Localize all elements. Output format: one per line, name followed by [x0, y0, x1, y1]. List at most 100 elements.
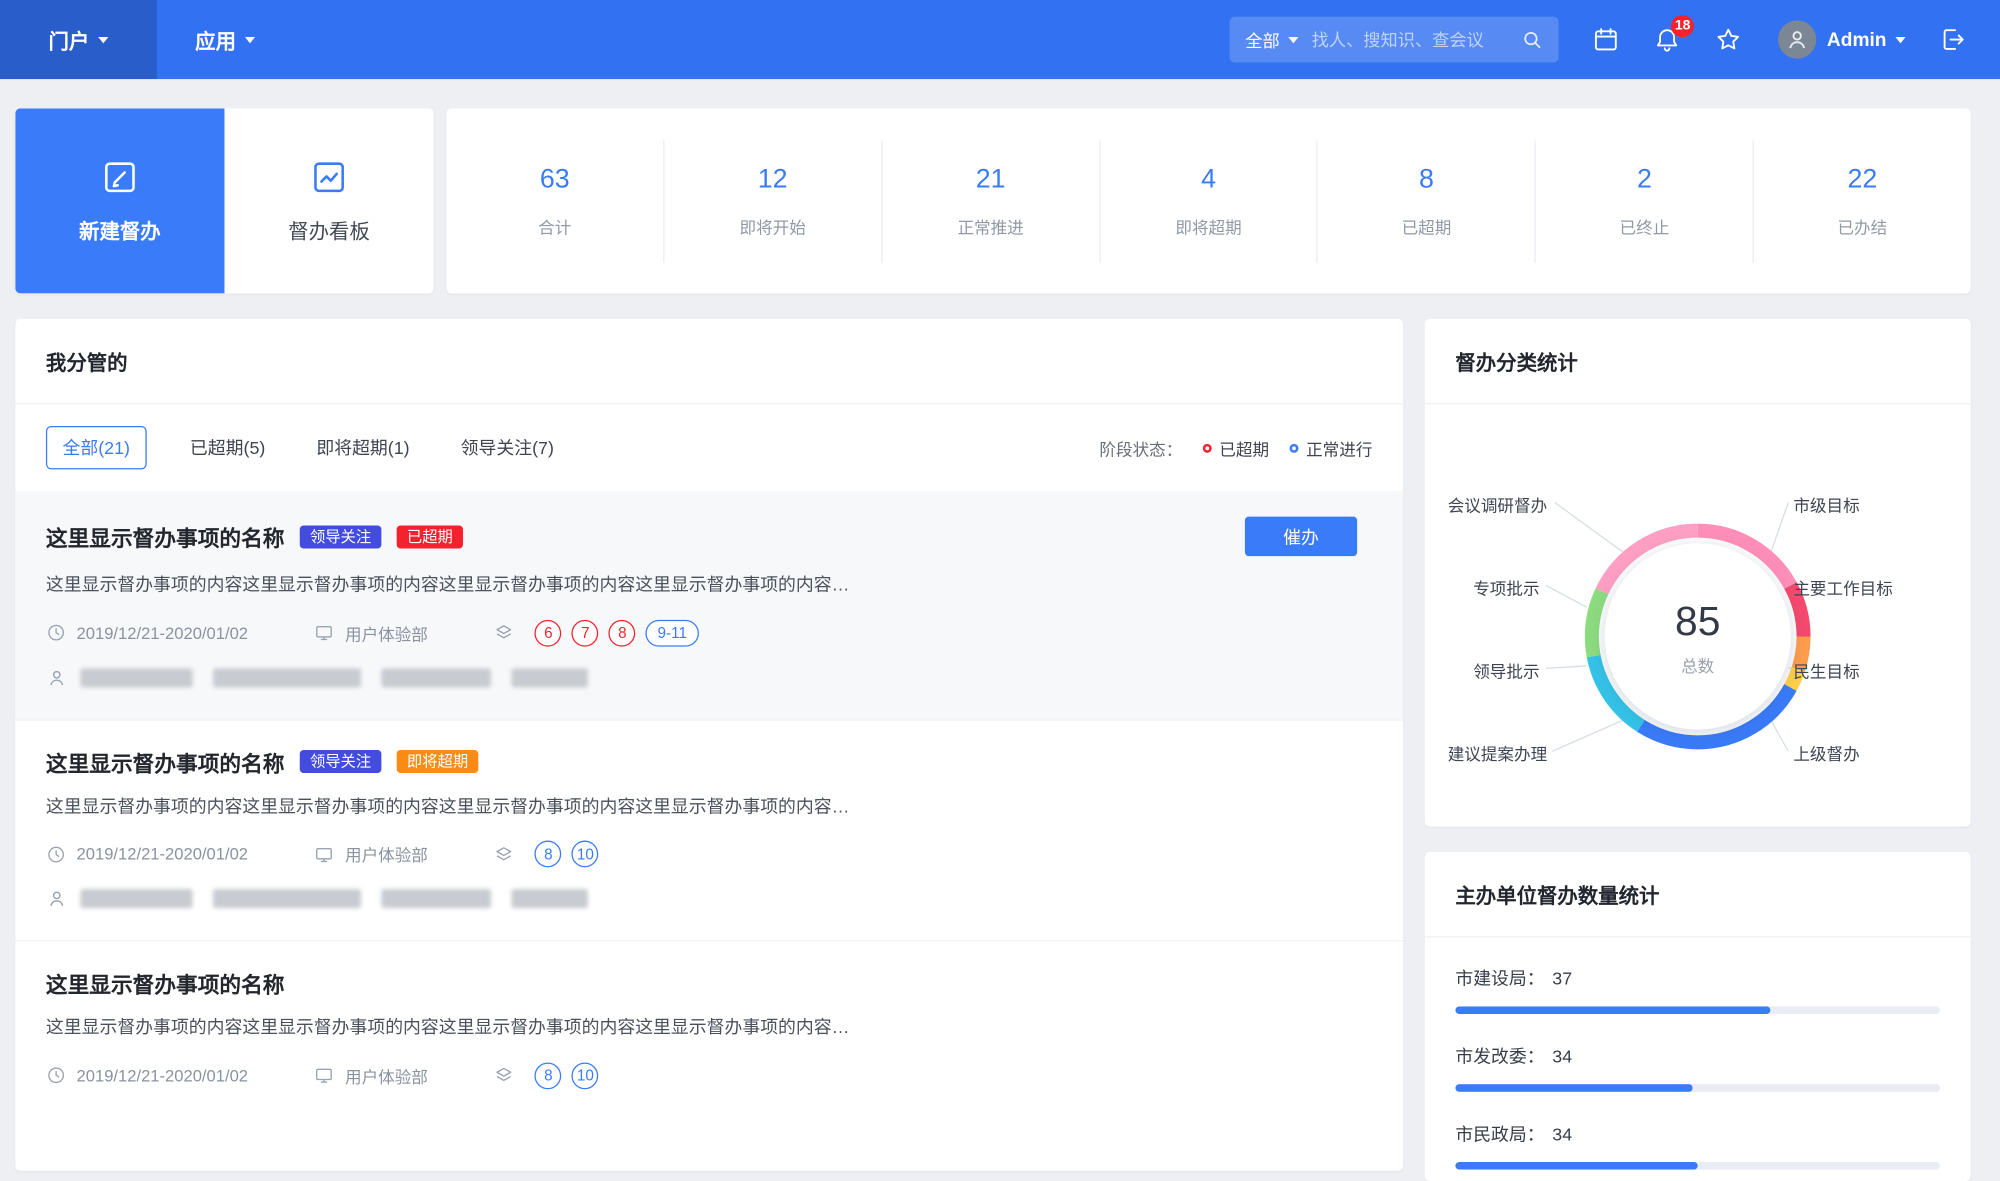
stage-node[interactable]: 8 [609, 619, 636, 647]
org-bar-row: 市建设局： 37 [1455, 966, 1941, 1015]
top-row: 新建督办 督办看板 63 合计 12 即将开始 21 正常推进 4 即将超期 8… [15, 108, 1971, 294]
side-column: 督办分类统计 会议调研督办 专项批示 领导批示 建议提案办理 市级目标 主要工作… [1424, 318, 1971, 1181]
category-donut-chart: 会议调研督办 专项批示 领导批示 建议提案办理 市级目标 主要工作目标 民生目标… [1425, 404, 1971, 826]
clock-icon [48, 624, 65, 641]
chart-icon [314, 162, 344, 193]
global-search: 全部 [1230, 16, 1560, 63]
search-input[interactable] [1311, 29, 1521, 50]
department: 用户体验部 [314, 621, 428, 645]
board-button[interactable]: 督办看板 [224, 108, 434, 294]
redacted-name [213, 667, 361, 687]
overdue-dot-icon [1202, 443, 1212, 453]
org-stats-card: 主办单位督办数量统计 市建设局： 37 市发改委： 34 市民政局： 34 [1424, 852, 1971, 1181]
category-label: 建议提案办理 [1447, 744, 1548, 765]
org-value: 37 [1552, 968, 1573, 989]
task-assignees [46, 888, 1373, 910]
search-icon[interactable] [1521, 28, 1544, 51]
clock-icon [48, 1067, 65, 1084]
task-meta: 2019/12/21-2020/01/02 用户体验部 8 10 [46, 840, 1373, 868]
task-title[interactable]: 这里显示督办事项的名称 [46, 967, 285, 999]
task-item[interactable]: 这里显示督办事项的名称 领导关注 已超期 催办 这里显示督办事项的内容这里显示督… [15, 491, 1404, 719]
tab-overdue[interactable]: 已超期(5) [190, 435, 265, 461]
category-label: 专项批示 [1473, 579, 1540, 599]
search-scope-label: 全部 [1245, 31, 1280, 52]
task-assignees [46, 667, 1373, 689]
caret-down-icon [1895, 36, 1906, 43]
department: 用户体验部 [314, 842, 428, 866]
redacted-name [511, 889, 589, 909]
bar-track [1455, 1161, 1941, 1170]
bar-track [1455, 1006, 1941, 1015]
org-bars: 市建设局： 37 市发改委： 34 市民政局： 34 [1425, 937, 1971, 1181]
nav-actions: 全部 18 [1230, 0, 2000, 79]
nav-menus: 门户 应用 [0, 0, 293, 80]
caret-down-icon [1288, 36, 1299, 43]
username: Admin [1826, 28, 1887, 51]
task-title[interactable]: 这里显示督办事项的名称 [46, 746, 285, 778]
favorites-star-icon[interactable] [1715, 26, 1743, 54]
main-row: 我分管的 全部(21) 已超期(5) 即将超期(1) 领导关注(7) 阶段状态：… [15, 318, 1971, 1181]
category-label: 上级督办 [1793, 744, 1860, 765]
badge-leader-focus: 领导关注 [299, 524, 382, 548]
new-task-button[interactable]: 新建督办 [15, 108, 225, 294]
redacted-name [80, 889, 193, 909]
notifications-bell-icon[interactable]: 18 [1653, 15, 1695, 54]
department-icon [316, 847, 333, 862]
stage-node[interactable]: 9-11 [646, 619, 699, 647]
bar-fill [1455, 1006, 1771, 1015]
panel-title: 我分管的 [15, 319, 1404, 405]
stages-icon [496, 625, 512, 639]
task-item[interactable]: 这里显示督办事项的名称 这里显示督办事项的内容这里显示督办事项的内容这里显示督办… [15, 940, 1404, 1119]
task-title[interactable]: 这里显示督办事项的名称 [46, 520, 285, 552]
badge-near-overdue: 即将超期 [396, 750, 479, 774]
stage-node[interactable]: 6 [535, 619, 562, 647]
redacted-name [80, 667, 193, 687]
org-bar-row: 市民政局： 34 [1455, 1121, 1941, 1170]
tab-leader-focus[interactable]: 领导关注(7) [461, 435, 554, 461]
stat-total: 63 合计 [538, 163, 572, 237]
stat-near-overdue: 4 即将超期 [1175, 163, 1242, 237]
user-avatar [1778, 20, 1817, 59]
calendar-icon[interactable] [1592, 26, 1620, 54]
caret-down-icon [98, 36, 109, 43]
org-label: 市民政局： [1455, 1123, 1545, 1145]
stage-node[interactable]: 10 [572, 1062, 599, 1089]
nav-apps-label: 应用 [195, 31, 237, 54]
tab-all[interactable]: 全部(21) [45, 426, 147, 470]
stage-node[interactable]: 8 [535, 1062, 562, 1089]
logout-icon[interactable] [1939, 26, 1967, 54]
search-scope-dropdown[interactable]: 全部 [1245, 27, 1299, 53]
task-meta: 2019/12/21-2020/01/02 用户体验部 8 10 [46, 1062, 1373, 1089]
category-stats-title: 督办分类统计 [1424, 319, 1971, 405]
board-label: 督办看板 [288, 221, 370, 244]
stat-terminated: 2 已终止 [1619, 163, 1670, 237]
nav-portal[interactable]: 门户 [0, 0, 157, 80]
nav-apps[interactable]: 应用 [157, 0, 293, 79]
stage-node[interactable]: 8 [535, 840, 562, 868]
org-label: 市发改委： [1455, 1045, 1545, 1067]
stage-node[interactable]: 10 [572, 840, 599, 868]
tab-near-overdue[interactable]: 即将超期(1) [316, 435, 409, 461]
org-stats-title: 主办单位督办数量统计 [1424, 852, 1971, 938]
top-navbar: 门户 应用 全部 找人、搜知识、查会议 18 Admin [0, 0, 2000, 80]
task-content: 这里显示督办事项的内容这里显示督办事项的内容这里显示督办事项的内容这里显示督办事… [45, 795, 850, 816]
task-meta: 2019/12/21-2020/01/02 用户体验部 6 7 8 9-11 [46, 619, 1373, 647]
category-label: 主要工作目标 [1793, 579, 1893, 599]
org-value: 34 [1552, 1045, 1573, 1067]
bar-fill [1455, 1161, 1698, 1170]
department: 用户体验部 [314, 1063, 428, 1087]
stage-node[interactable]: 7 [572, 619, 599, 647]
urge-button[interactable]: 催办 [1244, 516, 1358, 557]
stage-status-legend: 阶段状态： 已超期 正常进行 [1099, 436, 1372, 460]
task-item[interactable]: 这里显示督办事项的名称 领导关注 即将超期 这里显示督办事项的内容这里显示督办事… [15, 718, 1404, 940]
stats-summary-card: 63 合计 12 即将开始 21 正常推进 4 即将超期 8 已超期 2 已终止… [446, 108, 1971, 294]
stage-nodes: 8 10 [494, 1062, 599, 1089]
stages-icon [496, 1068, 512, 1082]
stage-nodes: 8 10 [494, 840, 599, 868]
task-content: 这里显示督办事项的内容这里显示督办事项的内容这里显示督办事项的内容这里显示督办事… [45, 1016, 850, 1038]
stages-icon [496, 846, 512, 860]
person-icon [50, 891, 64, 907]
user-menu[interactable]: Admin [1778, 20, 1906, 59]
badge-leader-focus: 领导关注 [299, 750, 382, 774]
stat-overdue: 8 已超期 [1401, 163, 1452, 237]
